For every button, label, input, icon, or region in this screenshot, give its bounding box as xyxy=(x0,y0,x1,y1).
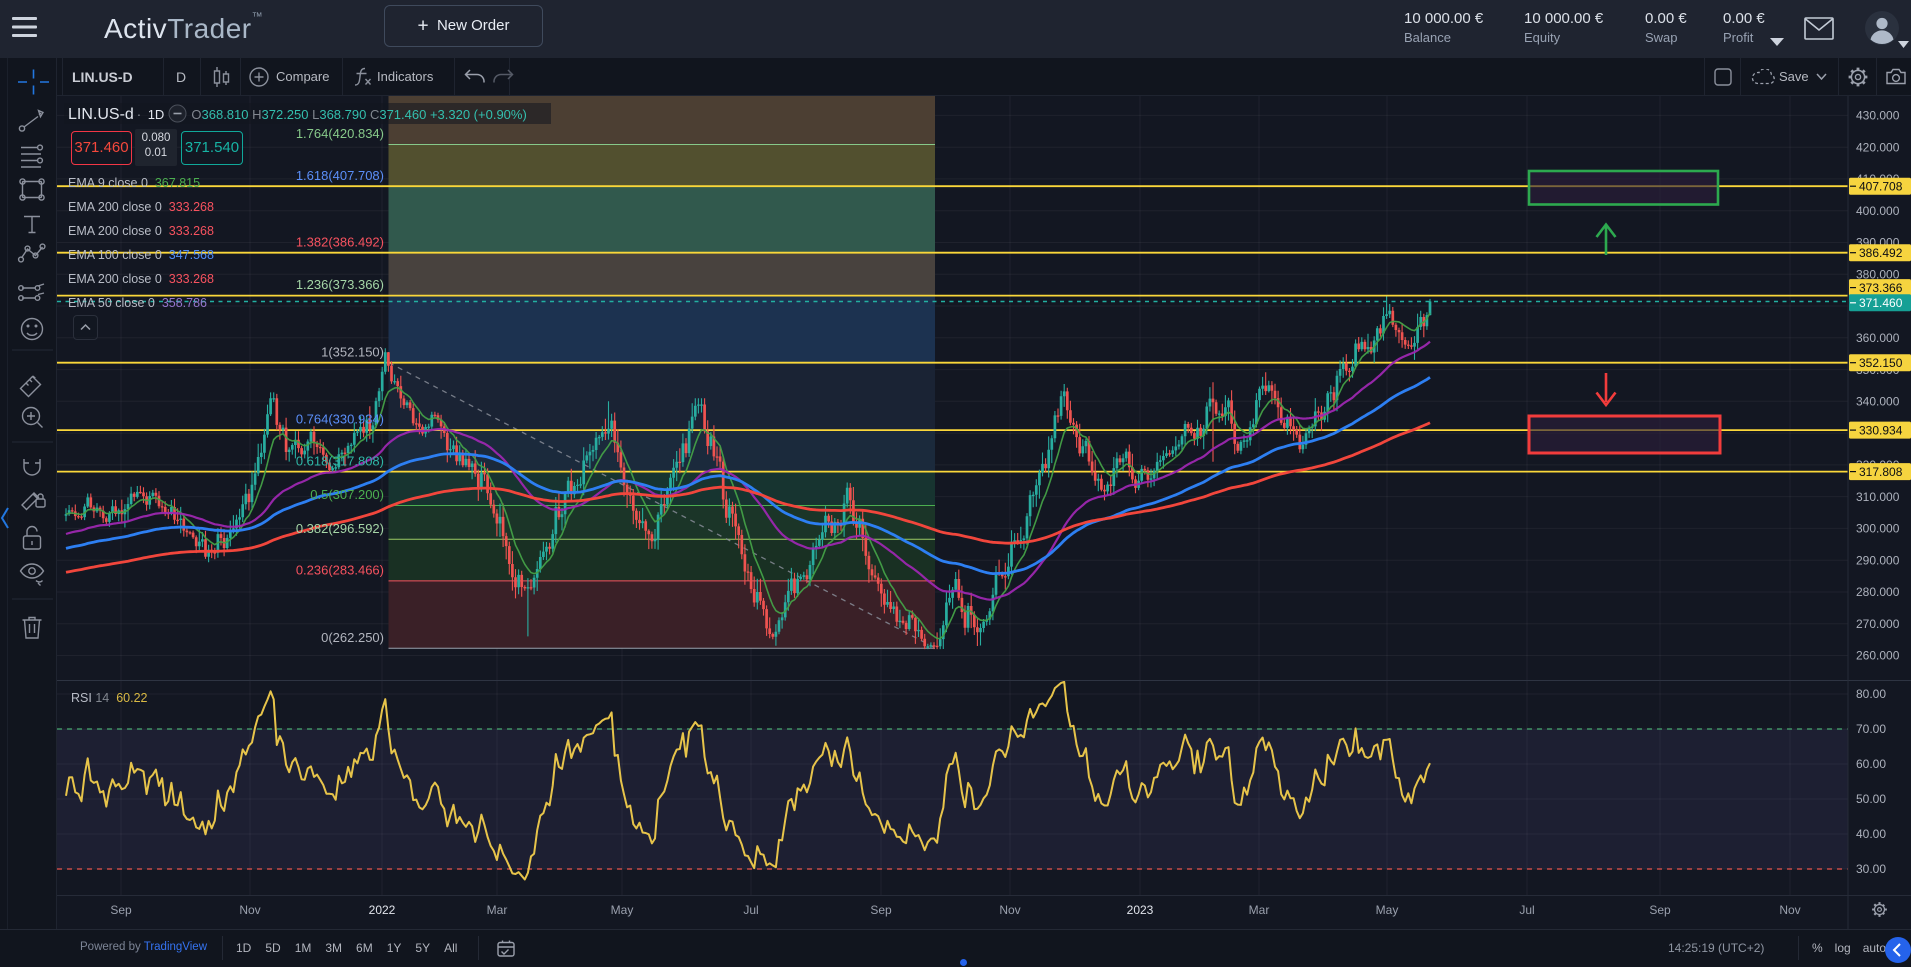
svg-text:300.000: 300.000 xyxy=(1856,522,1900,536)
svg-text:0.382(296.592): 0.382(296.592) xyxy=(296,521,384,536)
svg-text:Jul: Jul xyxy=(1519,903,1534,917)
svg-text:0(262.250): 0(262.250) xyxy=(321,630,384,645)
svg-text:373.366: 373.366 xyxy=(1859,281,1903,295)
svg-text:2022: 2022 xyxy=(369,903,396,917)
svg-text:May: May xyxy=(1376,903,1399,917)
svg-text:60.00: 60.00 xyxy=(1856,757,1886,771)
svg-text:0.764(330.934): 0.764(330.934) xyxy=(296,412,384,427)
svg-text:1.618(407.708): 1.618(407.708) xyxy=(296,168,384,183)
svg-text:1.764(420.834): 1.764(420.834) xyxy=(296,126,384,141)
svg-text:40.00: 40.00 xyxy=(1856,827,1886,841)
svg-text:400.000: 400.000 xyxy=(1856,204,1900,218)
svg-text:280.000: 280.000 xyxy=(1856,585,1900,599)
svg-text:0.618(317.808): 0.618(317.808) xyxy=(296,453,384,468)
svg-text:430.000: 430.000 xyxy=(1856,109,1900,123)
svg-text:Sep: Sep xyxy=(1649,903,1671,917)
svg-text:386.492: 386.492 xyxy=(1859,246,1903,260)
svg-text:Nov: Nov xyxy=(239,903,260,917)
svg-text:407.708: 407.708 xyxy=(1859,179,1903,193)
svg-text:0.236(283.466): 0.236(283.466) xyxy=(296,563,384,578)
svg-text:80.00: 80.00 xyxy=(1856,687,1886,701)
svg-text:260.000: 260.000 xyxy=(1856,649,1900,663)
svg-text:May: May xyxy=(611,903,634,917)
svg-text:270.000: 270.000 xyxy=(1856,617,1900,631)
svg-text:70.00: 70.00 xyxy=(1856,722,1886,736)
svg-text:1.382(386.492): 1.382(386.492) xyxy=(296,234,384,249)
svg-text:317.808: 317.808 xyxy=(1859,465,1903,479)
svg-text:310.000: 310.000 xyxy=(1856,490,1900,504)
svg-text:Sep: Sep xyxy=(110,903,132,917)
svg-text:2023: 2023 xyxy=(1127,903,1154,917)
svg-text:330.934: 330.934 xyxy=(1859,423,1903,437)
svg-text:Nov: Nov xyxy=(999,903,1020,917)
svg-text:0.5(307.200): 0.5(307.200) xyxy=(310,487,384,502)
svg-text:360.000: 360.000 xyxy=(1856,331,1900,345)
svg-text:Nov: Nov xyxy=(1779,903,1800,917)
svg-text:Jul: Jul xyxy=(743,903,758,917)
svg-text:1(352.150): 1(352.150) xyxy=(321,344,384,359)
svg-text:Sep: Sep xyxy=(870,903,892,917)
svg-text:30.00: 30.00 xyxy=(1856,862,1886,876)
svg-text:371.460: 371.460 xyxy=(1859,296,1903,310)
svg-text:340.000: 340.000 xyxy=(1856,395,1900,409)
svg-text:352.150: 352.150 xyxy=(1859,356,1903,370)
svg-text:Mar: Mar xyxy=(487,903,508,917)
svg-text:290.000: 290.000 xyxy=(1856,553,1900,567)
svg-text:50.00: 50.00 xyxy=(1856,792,1886,806)
svg-text:1.236(373.366): 1.236(373.366) xyxy=(296,277,384,292)
svg-text:420.000: 420.000 xyxy=(1856,140,1900,154)
svg-text:Mar: Mar xyxy=(1249,903,1270,917)
